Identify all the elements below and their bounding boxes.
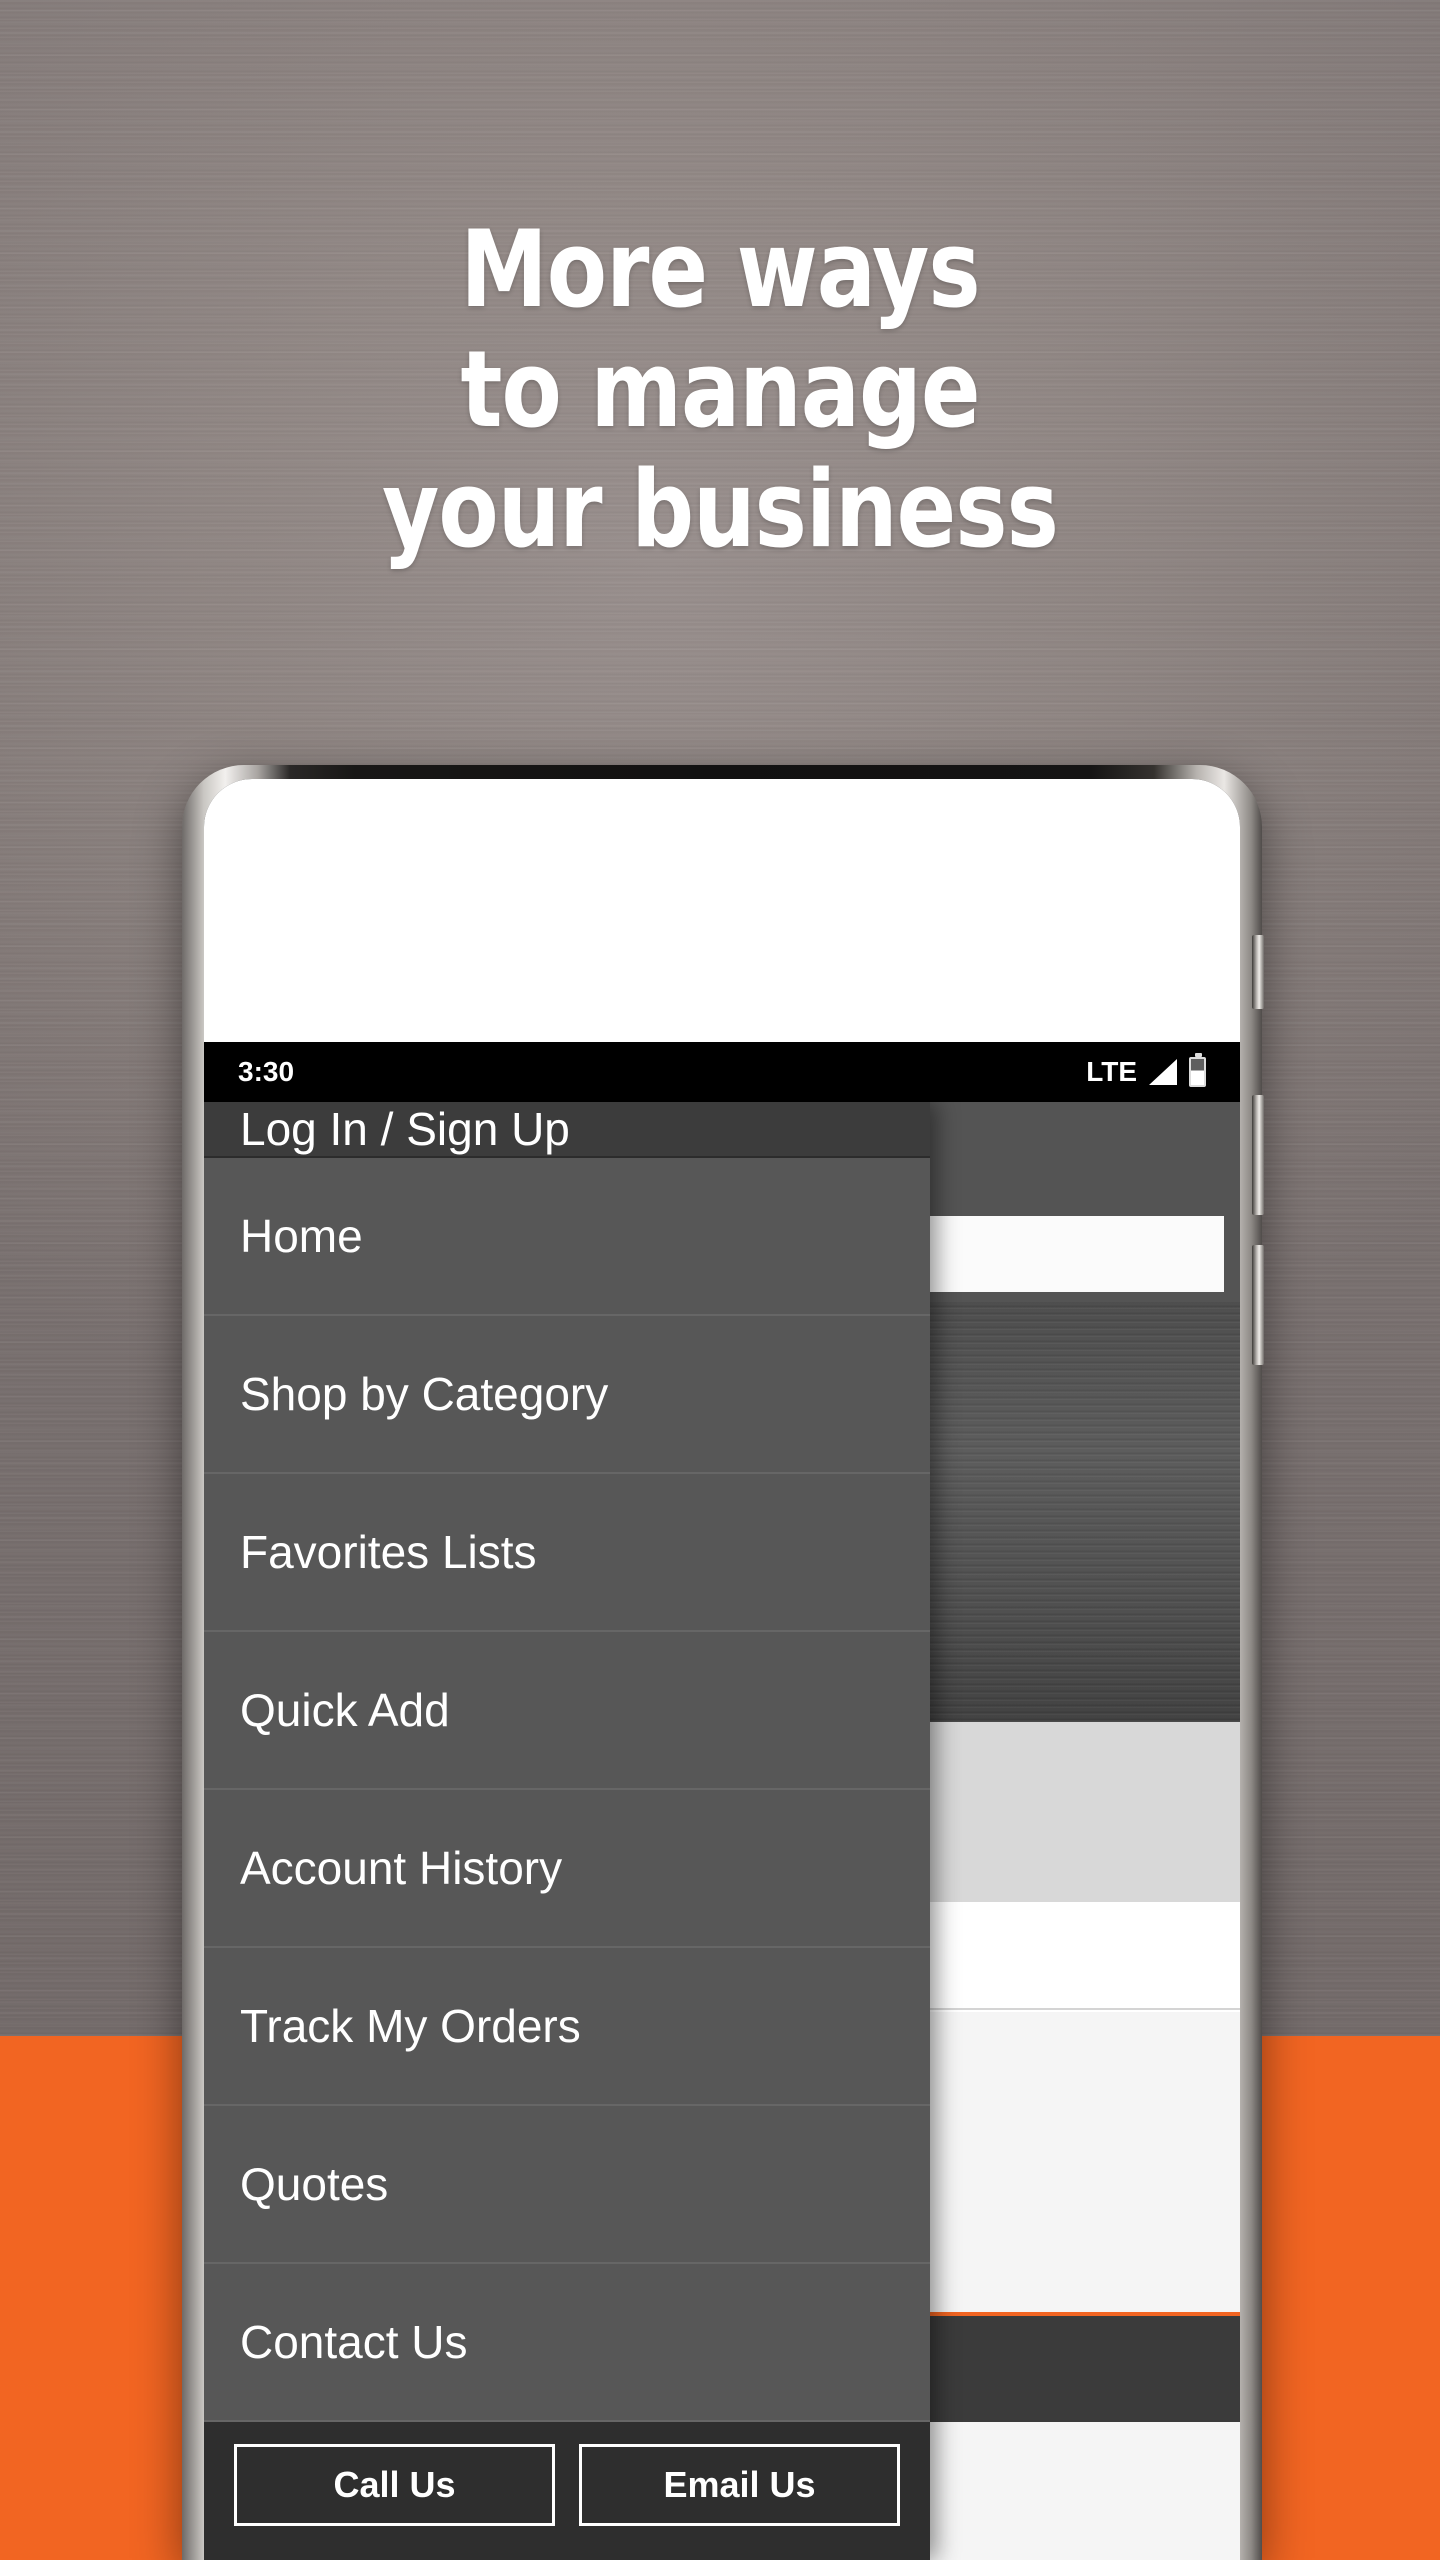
status-indicators: LTE — [1086, 1053, 1206, 1088]
volume-down-button[interactable] — [1252, 1245, 1264, 1365]
headline-line-3: your business — [382, 448, 1059, 571]
drawer-item-shop-by-category[interactable]: Shop by Category — [204, 1316, 930, 1474]
network-label: LTE — [1086, 1056, 1137, 1087]
drawer-item-label: Quotes — [240, 2158, 389, 2210]
drawer-item-label: Home — [240, 1210, 363, 1262]
drawer-login-signup[interactable]: Log In / Sign Up — [204, 1102, 930, 1158]
headline-line-2: to manage — [460, 328, 980, 451]
drawer-footer: Call Us Email Us Terms and Conditions • … — [204, 2422, 930, 2560]
power-button[interactable] — [1252, 935, 1264, 1009]
headline-line-1: More ways — [460, 208, 980, 331]
drawer-item-label: Track My Orders — [240, 2000, 581, 2052]
phone-mockup: 3:30 LTE Log In / Sign Up Home Shop by C… — [182, 765, 1264, 2560]
drawer-item-contact-us[interactable]: Contact Us — [204, 2264, 930, 2422]
promo-headline: More ways to manage your business — [58, 210, 1383, 570]
drawer-item-label: Quick Add — [240, 1684, 450, 1736]
drawer-item-account-history[interactable]: Account History — [204, 1790, 930, 1948]
drawer-menu-list: Home Shop by Category Favorites Lists Qu… — [204, 1158, 930, 2422]
drawer-item-quotes[interactable]: Quotes — [204, 2106, 930, 2264]
drawer-item-label: Account History — [240, 1842, 563, 1894]
drawer-item-track-my-orders[interactable]: Track My Orders — [204, 1948, 930, 2106]
drawer-item-label: Contact Us — [240, 2316, 468, 2368]
volume-up-button[interactable] — [1252, 1095, 1264, 1215]
phone-screen: 3:30 LTE Log In / Sign Up Home Shop by C… — [204, 779, 1240, 2560]
drawer-item-quick-add[interactable]: Quick Add — [204, 1632, 930, 1790]
call-us-button[interactable]: Call Us — [234, 2444, 555, 2526]
app-viewport: THE HOME DEPOT P Search by K Barnett — [204, 1102, 1240, 2560]
status-bar: 3:30 LTE — [204, 1042, 1240, 1102]
status-time: 3:30 — [238, 1056, 295, 1087]
signal-triangle-icon — [1149, 1059, 1177, 1085]
phone-screen-glass: 3:30 LTE Log In / Sign Up Home Shop by C… — [204, 779, 1240, 2560]
drawer-item-label: Shop by Category — [240, 1368, 609, 1420]
drawer-header-label: Log In / Sign Up — [240, 1103, 570, 1155]
drawer-item-favorites-lists[interactable]: Favorites Lists — [204, 1474, 930, 1632]
battery-icon — [1189, 1053, 1206, 1087]
email-us-button[interactable]: Email Us — [579, 2444, 900, 2526]
navigation-drawer: Log In / Sign Up Home Shop by Category F… — [204, 1102, 930, 2560]
drawer-contact-buttons: Call Us Email Us — [234, 2444, 900, 2526]
drawer-item-home[interactable]: Home — [204, 1158, 930, 1316]
drawer-item-label: Favorites Lists — [240, 1526, 537, 1578]
